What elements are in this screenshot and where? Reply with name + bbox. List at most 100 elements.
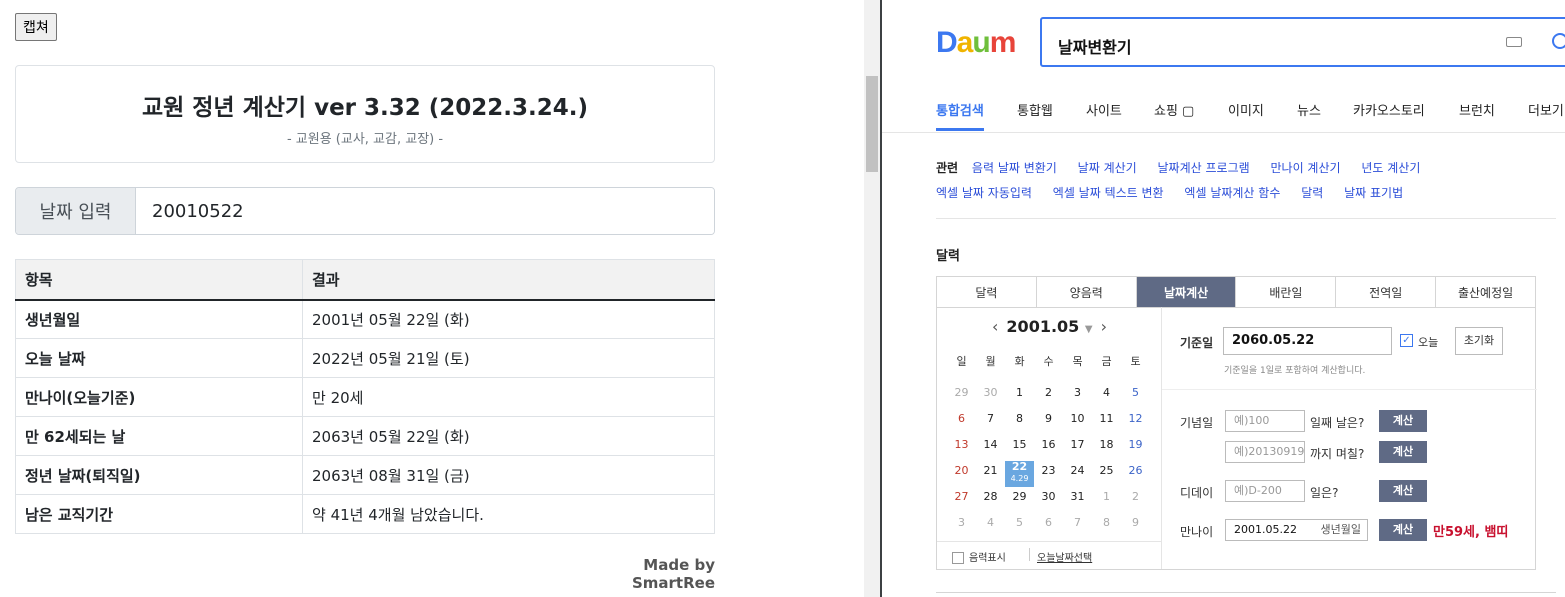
calendar-day[interactable]: 5 xyxy=(1121,383,1150,409)
calendar-day[interactable]: 3 xyxy=(1063,383,1092,409)
related-link[interactable]: 날짜 계산기 xyxy=(1078,161,1137,175)
prev-month-icon[interactable]: ‹ xyxy=(992,317,998,336)
calendar-day[interactable]: 26 xyxy=(1121,461,1150,487)
calendar-day[interactable]: 5 xyxy=(1005,513,1034,539)
calendar-day[interactable]: 12 xyxy=(1121,409,1150,435)
search-box[interactable]: 날짜변환기 xyxy=(1040,17,1565,67)
until-date-calc-button[interactable]: 계산 xyxy=(1379,441,1427,463)
today-checkbox-icon[interactable]: ✓ xyxy=(1400,334,1413,347)
daum-logo[interactable]: Daum xyxy=(936,26,1016,60)
calendar-day[interactable]: 21 xyxy=(976,461,1005,487)
dday-input[interactable]: 예)D-200 xyxy=(1225,480,1305,502)
calendar-day[interactable]: 16 xyxy=(1034,435,1063,461)
calendar-day[interactable]: 30 xyxy=(1034,487,1063,513)
related-link[interactable]: 년도 계산기 xyxy=(1361,161,1420,175)
related-link[interactable]: 날짜 표기법 xyxy=(1344,186,1403,200)
related-link[interactable]: 엑셀 날짜 자동입력 xyxy=(936,186,1032,200)
calendar-day[interactable]: 3 xyxy=(947,513,976,539)
date-input-group: 날짜 입력 xyxy=(15,187,715,235)
dday-calc-button[interactable]: 계산 xyxy=(1379,480,1427,502)
cal-tab-due-date[interactable]: 출산예정일 xyxy=(1436,277,1535,307)
related-link[interactable]: 음력 날짜 변환기 xyxy=(972,161,1057,175)
current-month[interactable]: 2001.05 xyxy=(1006,317,1079,336)
calendar-day[interactable]: 6 xyxy=(1034,513,1063,539)
calendar-day[interactable]: 14 xyxy=(976,435,1005,461)
scrollbar-thumb[interactable] xyxy=(866,76,878,172)
related-link[interactable]: 엑셀 날짜 텍스트 변환 xyxy=(1053,186,1164,200)
row-label: 만 62세되는 날 xyxy=(15,416,303,456)
tab-kakaostory[interactable]: 카카오스토리 xyxy=(1353,100,1425,119)
calendar-day[interactable]: 29 xyxy=(947,383,976,409)
cal-tab-ovulation[interactable]: 배란일 xyxy=(1236,277,1337,307)
date-input[interactable] xyxy=(136,188,714,234)
calendar-day[interactable]: 10 xyxy=(1063,409,1092,435)
age-birthdate-input[interactable]: 2001.05.22 생년월일 xyxy=(1225,519,1368,541)
calendar-day[interactable]: 4 xyxy=(1092,383,1121,409)
calendar-day[interactable]: 8 xyxy=(1005,409,1034,435)
checkbox-icon[interactable] xyxy=(952,552,964,564)
calendar-day[interactable]: 20 xyxy=(947,461,976,487)
cal-tab-calendar[interactable]: 달력 xyxy=(937,277,1037,307)
lunar-date: 4.29 xyxy=(1010,474,1029,483)
calendar-day[interactable]: 18 xyxy=(1092,435,1121,461)
selected-day[interactable]: 22 4.29 xyxy=(1005,461,1034,487)
tab-image[interactable]: 이미지 xyxy=(1228,100,1264,119)
calendar-day[interactable]: 29 xyxy=(1005,487,1034,513)
search-icon[interactable] xyxy=(1552,33,1565,49)
calendar-day[interactable]: 17 xyxy=(1063,435,1092,461)
calendar-day[interactable]: 11 xyxy=(1092,409,1121,435)
tab-web[interactable]: 통합웹 xyxy=(1017,100,1053,119)
tab-more[interactable]: 더보기 xyxy=(1528,100,1564,119)
row-label: 만나이(오늘기준) xyxy=(15,377,303,417)
tab-news[interactable]: 뉴스 xyxy=(1297,100,1321,119)
cal-tab-discharge[interactable]: 전역일 xyxy=(1336,277,1437,307)
calendar-day[interactable]: 28 xyxy=(976,487,1005,513)
calendar-day[interactable]: 9 xyxy=(1034,409,1063,435)
calendar-day[interactable]: 27 xyxy=(947,487,976,513)
search-query[interactable]: 날짜변환기 xyxy=(1058,34,1132,58)
cal-tab-date-calc[interactable]: 날짜계산 xyxy=(1136,277,1237,307)
calendar-day[interactable]: 1 xyxy=(1005,383,1034,409)
calendar-day[interactable]: 4 xyxy=(976,513,1005,539)
calendar-day[interactable]: 31 xyxy=(1063,487,1092,513)
related-link[interactable]: 달력 xyxy=(1301,186,1323,200)
base-date-input[interactable]: 2060.05.22 xyxy=(1223,327,1392,355)
anniversary-calc-button[interactable]: 계산 xyxy=(1379,410,1427,432)
calendar-day[interactable]: 15 xyxy=(1005,435,1034,461)
lunar-toggle[interactable]: 음력표시 xyxy=(952,549,1006,564)
calendar-day[interactable]: 19 xyxy=(1121,435,1150,461)
tab-site[interactable]: 사이트 xyxy=(1086,100,1122,119)
calendar-day[interactable]: 1 xyxy=(1092,487,1121,513)
calendar-day[interactable]: 9 xyxy=(1121,513,1150,539)
calendar-day[interactable]: 7 xyxy=(1063,513,1092,539)
calendar-day[interactable]: 6 xyxy=(947,409,976,435)
select-today-link[interactable]: 오늘날짜선택 xyxy=(1037,549,1092,564)
calendar-day[interactable]: 24 xyxy=(1063,461,1092,487)
calendar-day[interactable]: 2 xyxy=(1121,487,1150,513)
calendar-day[interactable]: 2 xyxy=(1034,383,1063,409)
related-link[interactable]: 만나이 계산기 xyxy=(1270,161,1340,175)
calendar-day[interactable]: 8 xyxy=(1092,513,1121,539)
reset-button[interactable]: 초기화 xyxy=(1455,327,1503,355)
capture-button[interactable]: 캡쳐 xyxy=(15,13,57,41)
related-link[interactable]: 엑셀 날짜계산 함수 xyxy=(1184,186,1280,200)
tab-shopping[interactable]: 쇼핑 ▢ xyxy=(1154,100,1194,119)
calendar-day[interactable]: 30 xyxy=(976,383,1005,409)
anniversary-input[interactable]: 예)100 xyxy=(1225,410,1305,432)
related-link[interactable]: 날짜계산 프로그램 xyxy=(1158,161,1250,175)
calendar-day[interactable]: 25 xyxy=(1092,461,1121,487)
keyboard-icon[interactable] xyxy=(1506,37,1522,47)
calendar-day[interactable]: 7 xyxy=(976,409,1005,435)
table-row: 남은 교직기간 약 41년 4개월 남았습니다. xyxy=(15,494,715,534)
lunar-toggle-label: 음력표시 xyxy=(969,553,1006,564)
calendar-day[interactable]: 23 xyxy=(1034,461,1063,487)
tab-brunch[interactable]: 브런치 xyxy=(1459,100,1495,119)
next-month-icon[interactable]: › xyxy=(1101,317,1107,336)
until-date-input[interactable]: 예)20130919 xyxy=(1225,441,1305,463)
divider xyxy=(936,592,1556,593)
age-calc-button[interactable]: 계산 xyxy=(1379,519,1427,541)
tab-integrated-search[interactable]: 통합검색 xyxy=(936,100,984,119)
cal-tab-lunar[interactable]: 양음력 xyxy=(1036,277,1137,307)
calendar-day[interactable]: 13 xyxy=(947,435,976,461)
month-dropdown-icon[interactable]: ▼ xyxy=(1085,324,1093,335)
